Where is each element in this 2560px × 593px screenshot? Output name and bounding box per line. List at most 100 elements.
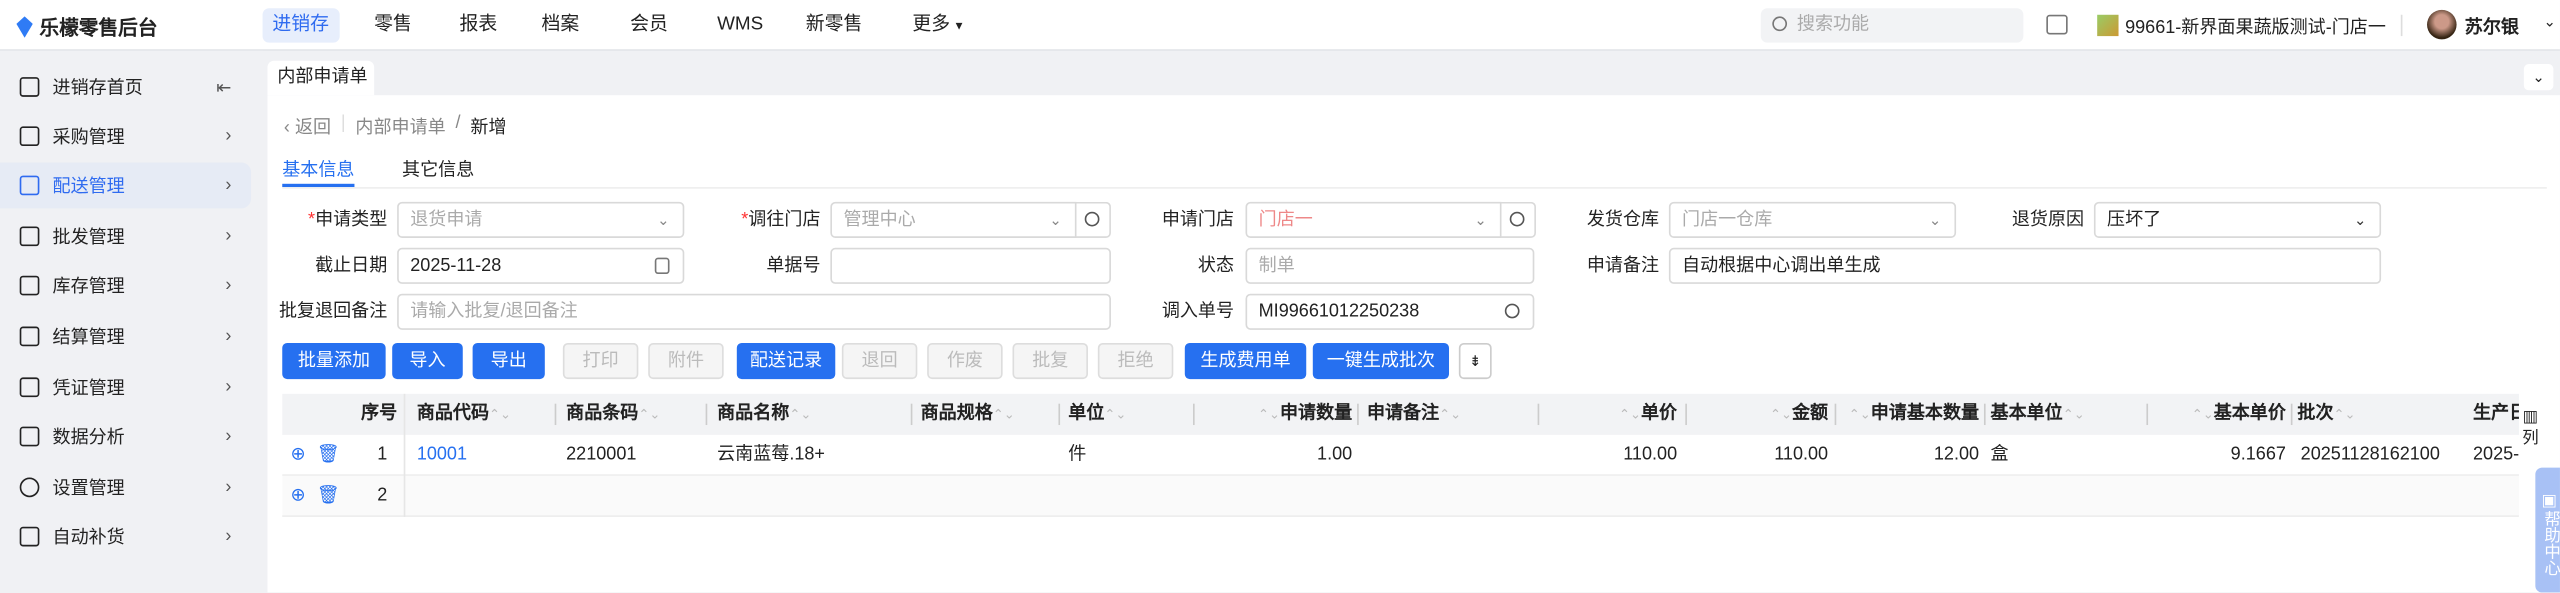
col-header-base-unit[interactable]: 基本单位⌃⌄ [1991,394,2085,435]
apply-store-select[interactable]: 门店一 ⌄ [1245,201,1502,238]
sort-setting-icon[interactable]: ⇟ [1458,342,1492,380]
col-resizer[interactable] [705,403,708,426]
status-label: 状态 [1197,255,1235,276]
collapse-sidebar-icon[interactable]: ⇤ [216,76,231,98]
add-row-icon[interactable]: ⊕ [290,476,305,517]
nav-retail[interactable]: 零售 [364,8,421,42]
tab-collapse-chevron-icon[interactable]: ⌄ [2523,63,2554,91]
col-header-base-qty[interactable]: ⌃⌄申请基本数量 [1838,394,1979,435]
search-input[interactable]: 搜索功能 [1760,8,2024,43]
col-resizer[interactable] [2290,403,2293,426]
delivery-record-button[interactable]: 配送记录 [736,342,836,380]
col-resizer[interactable] [910,403,913,426]
col-header-batch[interactable]: 批次⌃⌄ [2297,394,2355,435]
sidebar-item-home[interactable]: 进销存首页 ⇤ [0,64,251,110]
to-store-select[interactable]: 管理中心 ⌄ [830,201,1077,238]
batch-add-button[interactable]: 批量添加 [282,342,386,380]
chevron-down-icon[interactable]: ⌄ [2544,13,2556,31]
sidebar-item-analysis[interactable]: 数据分析 › [0,414,251,460]
nav-archive[interactable]: 档案 [532,8,589,42]
attachment-button[interactable]: 附件 [648,342,724,380]
cell-batch[interactable]: 20251128162100 [2301,435,2440,476]
tab-basic-info[interactable]: 基本信息 [282,156,354,182]
reject-button[interactable]: 拒绝 [1097,342,1174,380]
col-header-barcode[interactable]: 商品条码⌃⌄ [566,394,660,435]
cell-amount: 110.00 [1774,444,1829,465]
col-header-remark[interactable]: 申请备注⌃⌄ [1367,394,1461,435]
col-resizer[interactable] [554,403,557,426]
export-button[interactable]: 导出 [472,342,545,380]
return-reason-select[interactable]: 压坏了 ⌄ [2093,201,2382,238]
deadline-date-picker[interactable]: 2025-11-28 [397,247,685,284]
reply-remark-input[interactable]: 请输入批复/退回备注 [397,293,1111,330]
void-button[interactable]: 作废 [927,342,1003,380]
delete-row-icon[interactable]: 🗑 [317,476,340,517]
printer-icon[interactable] [2046,14,2068,35]
remark-input[interactable]: 自动根据中心调出单生成 [1668,247,2382,284]
nav-new-retail[interactable]: 新零售 [796,8,872,42]
col-header-spec[interactable]: 商品规格⌃⌄ [921,394,1015,435]
approve-button[interactable]: 批复 [1012,342,1088,380]
to-store-search-button[interactable] [1076,201,1111,238]
nav-reports[interactable]: 报表 [450,8,507,42]
nav-inventory[interactable]: 进销存 [262,8,339,43]
cart-icon [19,126,40,147]
generate-fee-button[interactable]: 生成费用单 [1184,342,1307,380]
apply-store-search-button[interactable] [1501,201,1536,238]
col-resizer[interactable] [2146,403,2149,426]
avatar[interactable] [2427,9,2457,40]
apply-type-select[interactable]: 退货申请 ⌄ [397,201,685,238]
brand-logo[interactable]: 乐檬零售后台 [16,13,158,41]
search-icon[interactable] [1504,303,1520,319]
col-header-price[interactable]: ⌃⌄单价 [1543,394,1677,435]
page-tab[interactable]: 内部申请单 [267,60,375,96]
back-link[interactable]: ‹ 返回 [284,113,331,139]
cell-production-date[interactable]: 2025- [2473,435,2519,476]
tab-other-info[interactable]: 其它信息 [402,156,474,182]
breadcrumb-parent[interactable]: 内部申请单 [355,113,445,139]
col-resizer[interactable] [1357,403,1359,426]
print-button[interactable]: 打印 [562,342,639,380]
col-resizer[interactable] [1193,403,1195,426]
col-header-unit[interactable]: 单位⌃⌄ [1068,394,1126,435]
cell-unit[interactable]: 件 [1068,435,1086,476]
col-resizer[interactable] [1685,403,1687,426]
nav-more-label: 更多 [912,14,951,35]
col-resizer[interactable] [1058,403,1061,426]
column-setting-button[interactable]: ▥ 列 [2521,407,2541,450]
sidebar-item-voucher[interactable]: 凭证管理 › [0,364,251,410]
sidebar-item-settings[interactable]: 设置管理 › [0,464,251,510]
col-header-base-price[interactable]: ⌃⌄基本单价 [2150,394,2286,435]
user-name[interactable]: 苏尔银 [2465,13,2519,39]
delete-row-icon[interactable]: 🗑 [317,435,340,476]
help-center-tab[interactable]: ▣帮助中心 [2535,467,2560,593]
sidebar-item-settlement[interactable]: 结算管理 › [0,313,251,359]
doc-no-input[interactable] [830,247,1111,284]
sidebar-item-wholesale[interactable]: 批发管理 › [0,213,251,259]
col-header-production-date[interactable]: 生产日期 [2473,394,2519,435]
nav-member[interactable]: 会员 [620,8,677,42]
col-header-name[interactable]: 商品名称⌃⌄ [717,394,811,435]
generate-batch-button[interactable]: 一键生成批次 [1312,342,1450,380]
sidebar-item-restock[interactable]: 自动补货 › [0,514,251,560]
col-header-code[interactable]: 商品代码⌃⌄ [417,394,511,435]
col-resizer[interactable] [1834,403,1837,426]
cell-code-link[interactable]: 10001 [417,435,467,476]
import-button[interactable]: 导入 [392,342,463,380]
add-row-icon[interactable]: ⊕ [290,435,305,476]
nav-wms[interactable]: WMS [707,8,773,42]
cell-price[interactable]: 110.00 [1543,435,1677,476]
current-store[interactable]: 99661-新界面果蔬版测试-门店一 [2125,13,2386,39]
in-no-input[interactable]: MI99661012250238 [1245,293,1535,330]
cell-qty[interactable]: 1.00 [1198,435,1352,476]
return-button[interactable]: 退回 [841,342,918,380]
col-header-amount[interactable]: ⌃⌄金额 [1690,394,1828,435]
col-resizer[interactable] [1983,403,1986,426]
sidebar-item-purchase[interactable]: 采购管理 › [0,113,251,159]
ship-warehouse-select[interactable]: 门店一仓库 ⌄ [1668,201,1957,238]
sidebar-item-inventory[interactable]: 库存管理 › [0,263,251,309]
sidebar-item-distribution[interactable]: 配送管理 › [0,162,252,209]
nav-more[interactable]: 更多 ▼ [903,8,975,42]
col-resizer[interactable] [1537,403,1540,426]
col-header-qty[interactable]: ⌃⌄申请数量 [1198,394,1352,435]
